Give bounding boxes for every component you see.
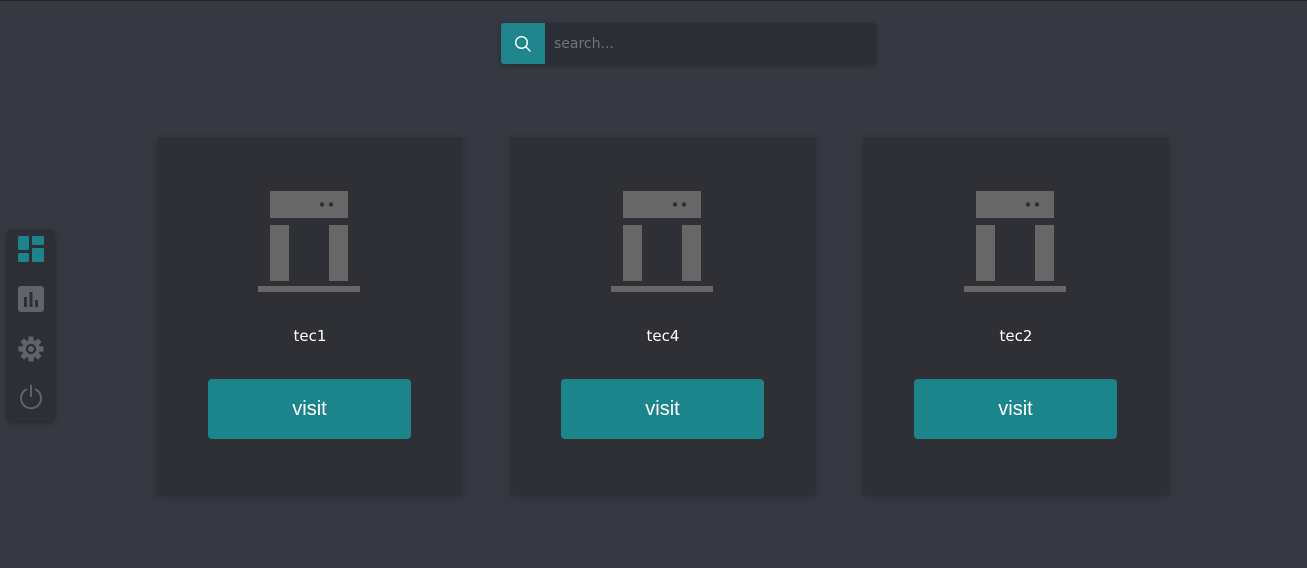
card-title: tec2	[999, 327, 1033, 345]
gate-icon	[964, 191, 1066, 292]
bar-chart-icon	[18, 286, 44, 312]
sidebar-item-settings[interactable]	[17, 335, 45, 363]
gear-icon	[18, 336, 44, 362]
card-title: tec4	[646, 327, 680, 345]
card-tec2: tec2 visit	[863, 137, 1169, 495]
visit-button[interactable]: visit	[208, 379, 411, 439]
power-icon	[20, 384, 42, 410]
search-icon	[514, 35, 531, 52]
gate-icon	[258, 191, 360, 292]
sidebar-item-stats[interactable]	[17, 285, 45, 313]
gate-icon	[611, 191, 713, 292]
sidebar	[7, 229, 55, 421]
search-input[interactable]	[545, 23, 876, 64]
visit-button[interactable]: visit	[561, 379, 764, 439]
visit-button[interactable]: visit	[914, 379, 1117, 439]
sidebar-item-logout[interactable]	[17, 383, 45, 411]
search-bar	[501, 23, 876, 64]
card-title: tec1	[293, 327, 327, 345]
dashboard-icon	[18, 236, 44, 262]
sidebar-item-dashboard[interactable]	[17, 235, 45, 263]
card-tec4: tec4 visit	[510, 137, 816, 495]
card-tec1: tec1 visit	[157, 137, 463, 495]
search-button[interactable]	[501, 23, 545, 64]
